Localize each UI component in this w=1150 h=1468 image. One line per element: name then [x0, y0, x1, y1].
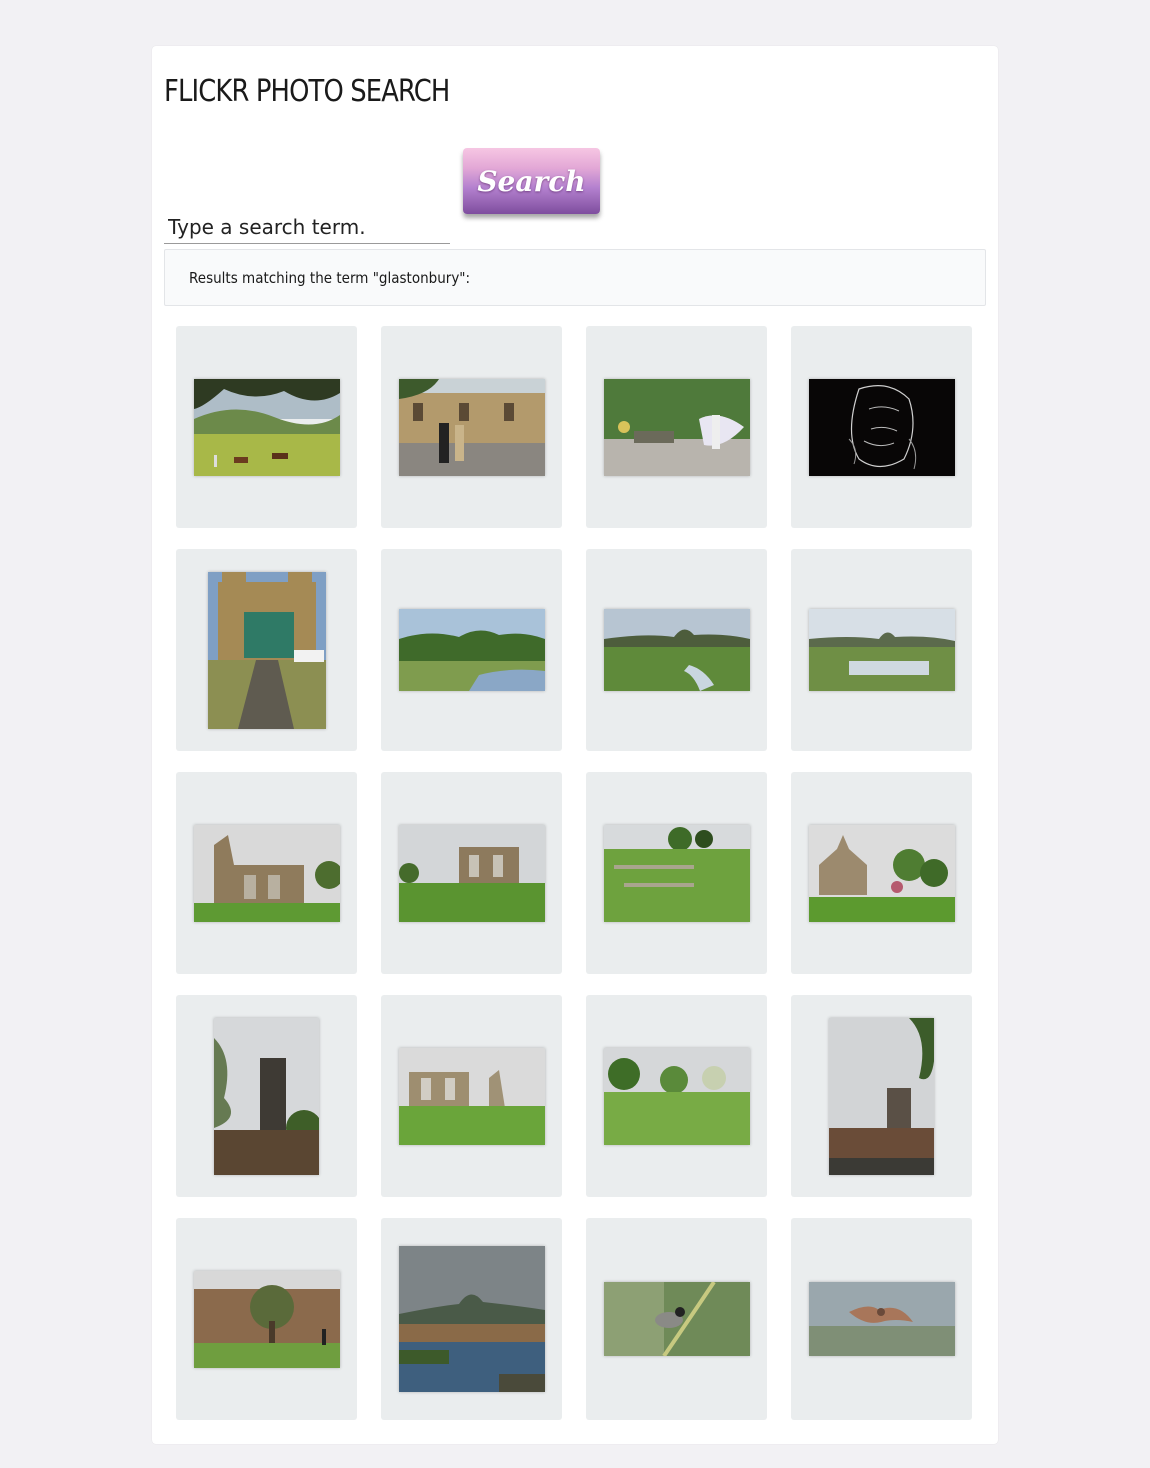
photo-tile[interactable]	[791, 995, 972, 1197]
photo-tile[interactable]	[176, 326, 357, 528]
photo-tile[interactable]	[791, 326, 972, 528]
results-message: Results matching the term "glastonbury":	[189, 269, 471, 287]
photo-wetland-tor-2	[604, 609, 750, 691]
photo-abbey-ruins-3	[399, 1048, 545, 1145]
photo-street-performers	[604, 379, 750, 476]
photo-bird-in-flight	[809, 1282, 955, 1356]
photo-tile[interactable]	[586, 549, 767, 751]
photo-tile[interactable]	[586, 326, 767, 528]
photo-grid	[176, 326, 976, 1426]
photo-tile[interactable]	[586, 1218, 767, 1420]
photo-abbey-lawn	[604, 1048, 750, 1145]
photo-wetland-tor-1	[399, 609, 545, 691]
photo-tile[interactable]	[381, 1218, 562, 1420]
photo-abbey-grounds	[604, 825, 750, 922]
photo-tile[interactable]	[791, 1218, 972, 1420]
photo-tile[interactable]	[381, 326, 562, 528]
results-message-box: Results matching the term "glastonbury":	[164, 249, 986, 306]
photo-bird-on-branch	[604, 1282, 750, 1356]
photo-tor-lake	[399, 1246, 545, 1392]
photo-tile[interactable]	[176, 549, 357, 751]
search-input[interactable]	[164, 210, 450, 244]
photo-church-tower-2	[829, 1018, 934, 1175]
photo-dark-line-art-face	[809, 379, 955, 476]
photo-tree-wall-garden	[194, 1271, 340, 1368]
photo-wetland-tor-3	[809, 609, 955, 691]
photo-horses-meadow	[194, 379, 340, 476]
photo-tile[interactable]	[791, 772, 972, 974]
photo-tile[interactable]	[381, 549, 562, 751]
photo-cathedral-facade	[208, 572, 326, 729]
search-panel: FLICKR PHOTO SEARCH Search Results match…	[152, 46, 998, 1444]
photo-tile[interactable]	[381, 772, 562, 974]
photo-abbey-ruins-1	[194, 825, 340, 922]
photo-abbey-ruins-2	[399, 825, 545, 922]
photo-tile[interactable]	[586, 995, 767, 1197]
photo-tile[interactable]	[586, 772, 767, 974]
photo-tile[interactable]	[176, 1218, 357, 1420]
photo-tile[interactable]	[176, 995, 357, 1197]
photo-abbots-kitchen	[809, 825, 955, 922]
photo-tile[interactable]	[381, 995, 562, 1197]
photo-tile[interactable]	[791, 549, 972, 751]
search-button[interactable]: Search	[463, 148, 600, 214]
photo-church-tower-1	[214, 1018, 319, 1175]
page-title: FLICKR PHOTO SEARCH	[164, 74, 450, 109]
photo-tile[interactable]	[176, 772, 357, 974]
photo-church-costumed-figures	[399, 379, 545, 476]
